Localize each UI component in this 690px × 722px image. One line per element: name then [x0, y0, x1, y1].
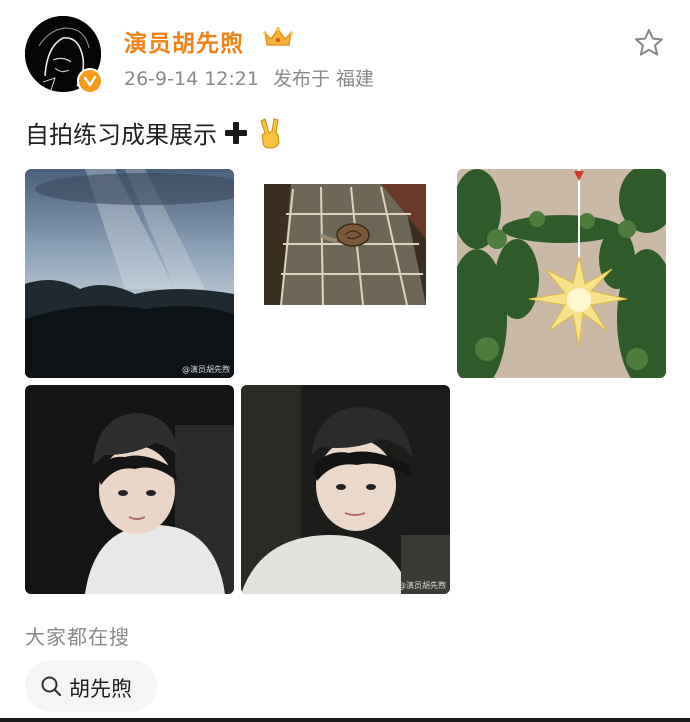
photo-sky[interactable]: @演员胡先煦 — [25, 169, 234, 378]
photo-selfie-2[interactable]: @演员胡先煦 — [241, 385, 450, 594]
post-meta: 26-9-14 12:21 发布于 福建 — [124, 64, 374, 91]
post-location: 发布于 福建 — [272, 68, 374, 90]
photo-star-lamp[interactable] — [457, 169, 666, 378]
post-time: 26-9-14 12:21 — [124, 68, 259, 90]
author-name[interactable]: 演员胡先煦 — [124, 24, 244, 58]
verified-icon — [77, 68, 103, 94]
bottom-divider — [0, 718, 690, 722]
search-chip[interactable]: 胡先煦 — [25, 660, 157, 712]
victory-hand-icon — [257, 117, 285, 156]
caption-text: 自拍练习成果展示 — [25, 121, 217, 149]
photo-watermark: @演员胡先煦 — [182, 365, 230, 374]
photo-watermark: @演员胡先煦 — [398, 581, 446, 590]
search-icon — [41, 676, 62, 697]
post-caption: 自拍练习成果展示 — [25, 115, 285, 156]
plus-icon — [223, 120, 249, 152]
photo-snail[interactable] — [241, 169, 450, 378]
star-icon[interactable] — [633, 27, 665, 59]
crown-icon — [262, 25, 294, 49]
search-chip-label: 胡先煦 — [69, 677, 132, 701]
trending-title: 大家都在搜 — [25, 625, 130, 649]
photo-selfie-1[interactable] — [25, 385, 234, 594]
